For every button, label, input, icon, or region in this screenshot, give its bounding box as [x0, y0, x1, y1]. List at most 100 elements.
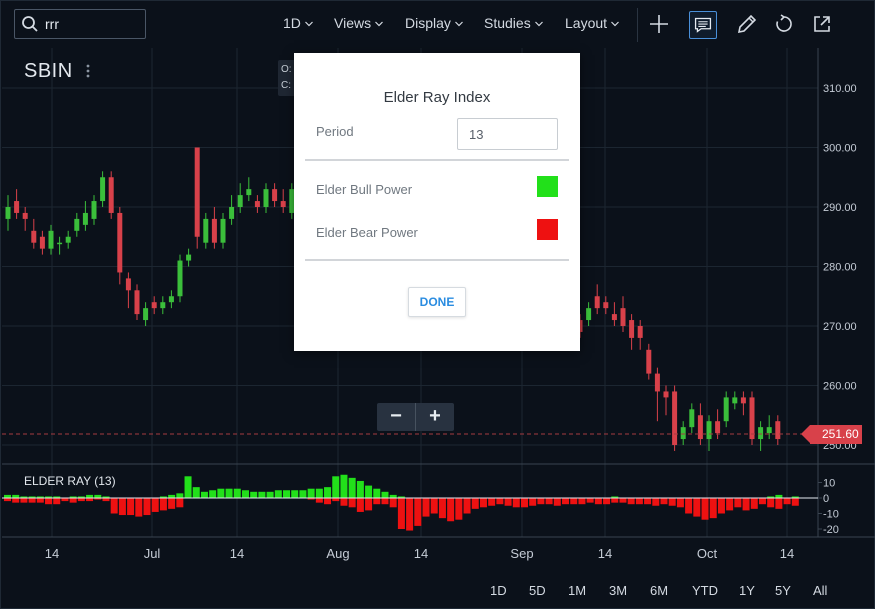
bear-power-bar — [742, 498, 750, 511]
candle-body — [237, 195, 243, 207]
candle-body — [229, 207, 235, 219]
range-1y[interactable]: 1Y — [739, 583, 755, 598]
candle-body — [272, 189, 278, 202]
candle-body — [160, 302, 166, 309]
candle-body — [697, 415, 703, 440]
bear-power-bar — [726, 498, 734, 511]
done-button[interactable]: DONE — [408, 287, 466, 317]
bear-power-bar — [562, 498, 570, 505]
bear-power-bar — [685, 498, 693, 514]
range-3m[interactable]: 3M — [609, 583, 627, 598]
bear-power-bar — [537, 498, 545, 505]
candle-body — [680, 427, 686, 440]
range-6m[interactable]: 6M — [650, 583, 668, 598]
time-tick-label: Sep — [510, 546, 533, 561]
bear-power-bar — [36, 498, 44, 503]
candle-body — [246, 189, 252, 196]
range-1d[interactable]: 1D — [490, 583, 507, 598]
bear-power-bar — [529, 498, 537, 506]
study-tick-label: 10 — [823, 478, 835, 490]
price-tick-label: 310.00 — [823, 83, 857, 95]
candle-body — [594, 296, 600, 309]
bull-power-bar — [365, 485, 373, 498]
bear-power-bar — [28, 498, 36, 503]
bear-power-bar — [520, 498, 528, 508]
bear-power-bar — [709, 498, 717, 519]
bear-power-color-swatch[interactable] — [537, 219, 558, 240]
bear-power-bar — [373, 498, 381, 505]
bear-power-bar — [438, 498, 446, 519]
dialog-divider — [305, 259, 569, 261]
bear-power-bar — [135, 498, 143, 517]
bear-power-bar — [627, 498, 635, 505]
study-panel-label[interactable]: ELDER RAY (13) — [24, 474, 116, 488]
bear-power-bar — [414, 498, 422, 526]
price-tick-label: 280.00 — [823, 262, 857, 274]
candle-body — [740, 397, 746, 404]
candle-body — [31, 230, 37, 243]
time-tick-label: Aug — [326, 546, 349, 561]
candle-body — [14, 201, 20, 213]
candle-body — [82, 212, 88, 225]
range-5y[interactable]: 5Y — [775, 583, 791, 598]
bear-power-bar — [118, 498, 126, 516]
candle-body — [732, 397, 738, 404]
zoom-in-button[interactable]: + — [416, 403, 454, 431]
bear-power-bar — [496, 498, 504, 505]
time-tick-label: 14 — [780, 546, 794, 561]
range-5d[interactable]: 5D — [529, 583, 546, 598]
time-tick-label: 14 — [45, 546, 59, 561]
bull-power-bar — [324, 487, 332, 498]
bear-power-bar — [717, 498, 725, 514]
bull-power-bar — [283, 490, 291, 498]
bull-power-bar — [233, 488, 241, 498]
bear-power-bar — [143, 498, 151, 516]
more-vertical-icon[interactable] — [86, 64, 90, 78]
bear-power-bar — [455, 498, 463, 520]
bear-power-bar — [479, 498, 487, 508]
range-1m[interactable]: 1M — [568, 583, 586, 598]
bear-power-bar — [340, 498, 348, 506]
candle-body — [151, 302, 157, 309]
range-all[interactable]: All — [813, 583, 827, 598]
symbol-label[interactable]: SBIN — [24, 60, 73, 83]
bear-power-bar — [611, 498, 619, 503]
bear-power-bar — [545, 498, 553, 505]
candle-body — [203, 218, 209, 243]
candle-body — [91, 201, 97, 219]
range-ytd[interactable]: YTD — [692, 583, 718, 598]
bear-power-bar — [783, 498, 791, 505]
candle-body — [186, 254, 192, 261]
bear-power-bar — [397, 498, 405, 529]
price-tick-label: 260.00 — [823, 381, 857, 393]
zoom-out-button[interactable]: − — [377, 403, 415, 431]
bull-power-bar — [258, 491, 266, 498]
study-tick-label: -10 — [823, 509, 839, 521]
bear-power-bar — [512, 498, 520, 508]
bull-power-label: Elder Bull Power — [316, 182, 413, 197]
bear-power-bar — [586, 498, 594, 503]
bear-power-bar — [603, 498, 611, 505]
time-tick-label: 14 — [414, 546, 428, 561]
bull-power-bar — [381, 491, 389, 498]
bear-power-label: Elder Bear Power — [316, 225, 418, 240]
zoom-controls: − + — [377, 403, 454, 431]
bear-power-bar — [619, 498, 627, 503]
period-input[interactable] — [457, 118, 558, 150]
bull-power-bar — [315, 488, 323, 498]
candle-body — [108, 177, 114, 213]
bear-power-bar — [791, 498, 799, 506]
study-tick-label: 0 — [823, 493, 829, 505]
bear-power-bar — [151, 498, 159, 512]
candle-body — [117, 212, 123, 273]
candle-body — [586, 308, 592, 321]
bear-power-bar — [430, 498, 438, 514]
candle-body — [654, 373, 660, 392]
current-price-badge: 251.60 — [801, 425, 862, 444]
bull-power-color-swatch[interactable] — [537, 176, 558, 197]
candle-body — [611, 314, 617, 321]
bull-power-bar — [348, 477, 356, 498]
bear-power-bar — [701, 498, 709, 520]
bear-power-bar — [348, 498, 356, 508]
bear-power-bar — [365, 498, 373, 511]
